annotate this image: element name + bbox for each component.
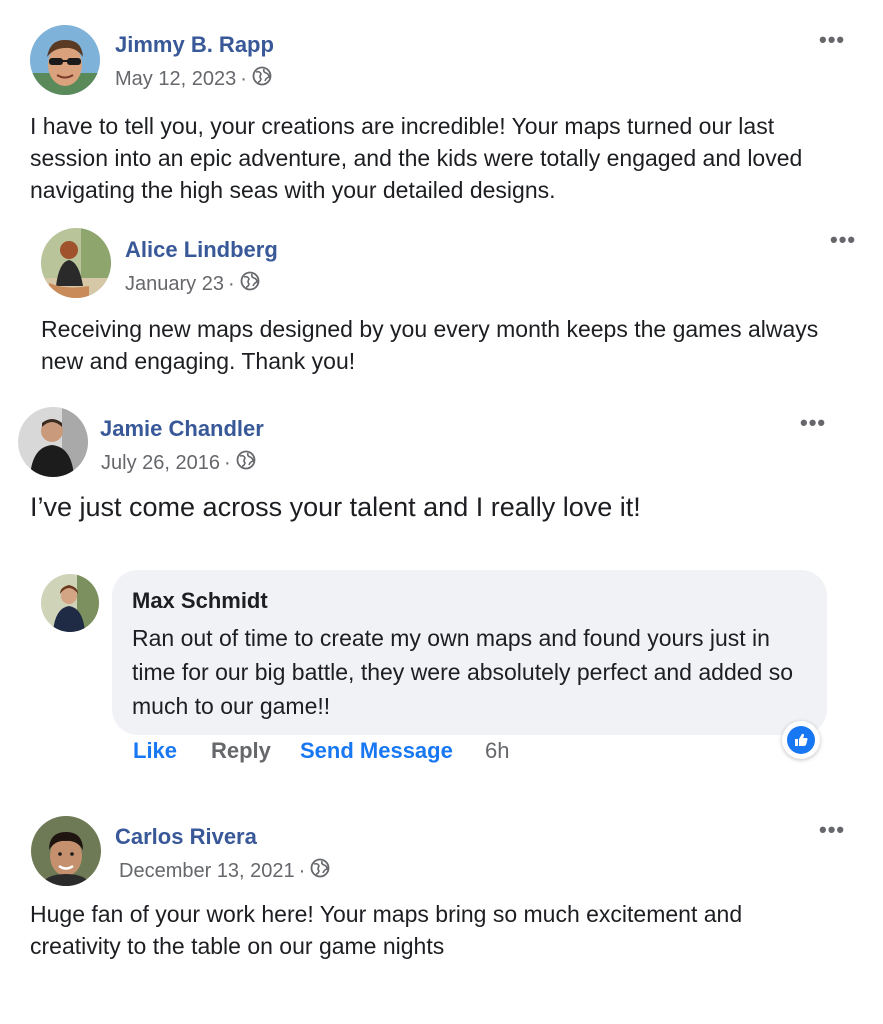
meta-separator: · (227, 272, 235, 295)
comment-date[interactable]: May 12, 2023 (115, 68, 236, 91)
reply-button[interactable]: Reply (211, 738, 271, 764)
comment-text: Receiving new maps designed by you every… (41, 316, 819, 374)
more-options-icon[interactable]: ••• (819, 29, 845, 51)
more-options-icon[interactable]: ••• (830, 229, 856, 251)
comment-date[interactable]: December 13, 2021 (119, 860, 295, 883)
author-name[interactable]: Jamie Chandler (100, 416, 264, 442)
globe-icon (310, 858, 330, 884)
avatar[interactable] (41, 574, 99, 632)
comment-meta: December 13, 2021 · (119, 858, 330, 884)
author-name[interactable]: Jimmy B. Rapp (115, 32, 274, 58)
globe-icon (236, 450, 256, 476)
comment-date[interactable]: July 26, 2016 (101, 452, 220, 475)
more-options-icon[interactable]: ••• (800, 412, 826, 434)
meta-separator: · (298, 859, 306, 882)
author-name[interactable]: Carlos Rivera (115, 824, 257, 850)
avatar[interactable] (30, 25, 100, 95)
send-message-button[interactable]: Send Message (300, 738, 453, 764)
reply-text: Ran out of time to create my own maps an… (132, 625, 794, 719)
like-button[interactable]: Like (133, 738, 177, 764)
comment-text: I have to tell you, your creations are i… (30, 113, 803, 203)
comment-text: I’ve just come across your talent and I … (30, 492, 641, 522)
globe-icon (240, 271, 260, 297)
reaction-badge[interactable] (782, 721, 820, 759)
comment-meta: July 26, 2016 · (101, 450, 256, 476)
globe-icon (252, 66, 272, 92)
meta-separator: · (223, 451, 231, 474)
comment-text: Huge fan of your work here! Your maps br… (30, 901, 743, 959)
avatar[interactable] (18, 407, 88, 477)
author-name[interactable]: Alice Lindberg (125, 237, 278, 263)
reply-bubble: Max Schmidt Ran out of time to create my… (112, 570, 827, 735)
meta-separator: · (240, 67, 247, 90)
thumbs-up-icon (787, 726, 815, 754)
comment-meta: May 12, 2023 · (115, 66, 272, 92)
comment-meta: January 23 · (125, 271, 260, 297)
more-options-icon[interactable]: ••• (819, 819, 845, 841)
avatar[interactable] (41, 228, 111, 298)
avatar[interactable] (31, 816, 101, 886)
author-name[interactable]: Max Schmidt (132, 588, 268, 614)
reply-timestamp[interactable]: 6h (485, 738, 509, 764)
comment-date[interactable]: January 23 (125, 273, 224, 296)
